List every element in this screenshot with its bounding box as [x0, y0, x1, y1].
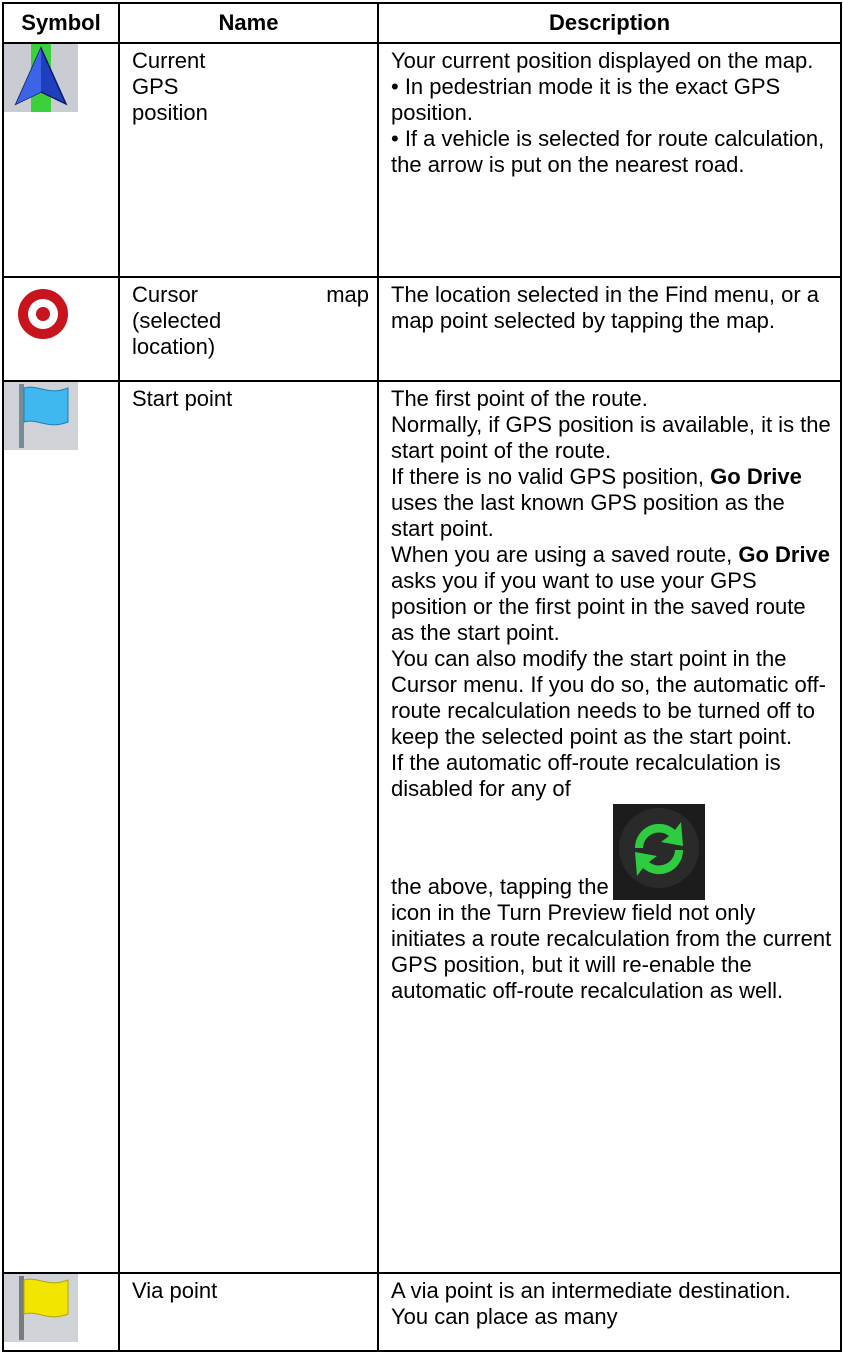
description-cell: The first point of the route. Normally, … — [377, 380, 842, 1274]
recalculate-icon — [612, 804, 705, 900]
symbols-table: Symbol Name Description Current GPS posi… — [2, 2, 842, 1352]
table-row: Current GPS position Your current positi… — [2, 42, 842, 278]
name-word: Cursor — [132, 282, 199, 307]
yellow-flag-icon — [4, 1274, 78, 1342]
description-text: asks you if you want to use your GPS pos… — [391, 568, 826, 801]
name-cell: Via point — [118, 1272, 379, 1352]
symbol-cell — [2, 42, 120, 278]
description-text: uses the last known GPS position as the … — [391, 490, 785, 567]
name-line: (selected — [132, 308, 222, 333]
name-word: map — [326, 282, 369, 307]
cursor-target-icon — [18, 289, 68, 339]
table-row: Start point The first point of the route… — [2, 380, 842, 1274]
header-name: Name — [118, 2, 379, 44]
name-cell: Cursor map (selected location) — [118, 276, 379, 382]
brand-name: Go Drive — [738, 542, 831, 567]
header-symbol: Symbol — [2, 2, 120, 44]
blue-flag-icon — [4, 382, 78, 450]
header-row: Symbol Name Description — [2, 2, 842, 44]
name-cell: Current GPS position — [118, 42, 379, 278]
brand-name: Go Drive — [710, 464, 802, 489]
description-text: icon in the Turn Preview field not only … — [391, 900, 832, 1003]
name-line: location) — [132, 334, 216, 359]
table-row: Via point A via point is an intermediate… — [2, 1272, 842, 1352]
name-line: position — [132, 100, 208, 125]
name-line: GPS — [132, 74, 179, 99]
name-cell: Start point — [118, 380, 379, 1274]
current-position-arrow-icon — [4, 44, 78, 112]
symbol-cell — [2, 276, 120, 382]
table-row: Cursor map (selected location) The locat… — [2, 276, 842, 382]
description-cell: A via point is an intermediate destinati… — [377, 1272, 842, 1352]
header-description: Description — [377, 2, 842, 44]
symbol-cell — [2, 380, 120, 1274]
description-cell: The location selected in the Find menu, … — [377, 276, 842, 382]
name-line: Current — [132, 48, 206, 73]
description-cell: Your current position displayed on the m… — [377, 42, 842, 278]
symbol-cell — [2, 1272, 120, 1352]
description-text: the above, tapping the — [391, 874, 609, 899]
